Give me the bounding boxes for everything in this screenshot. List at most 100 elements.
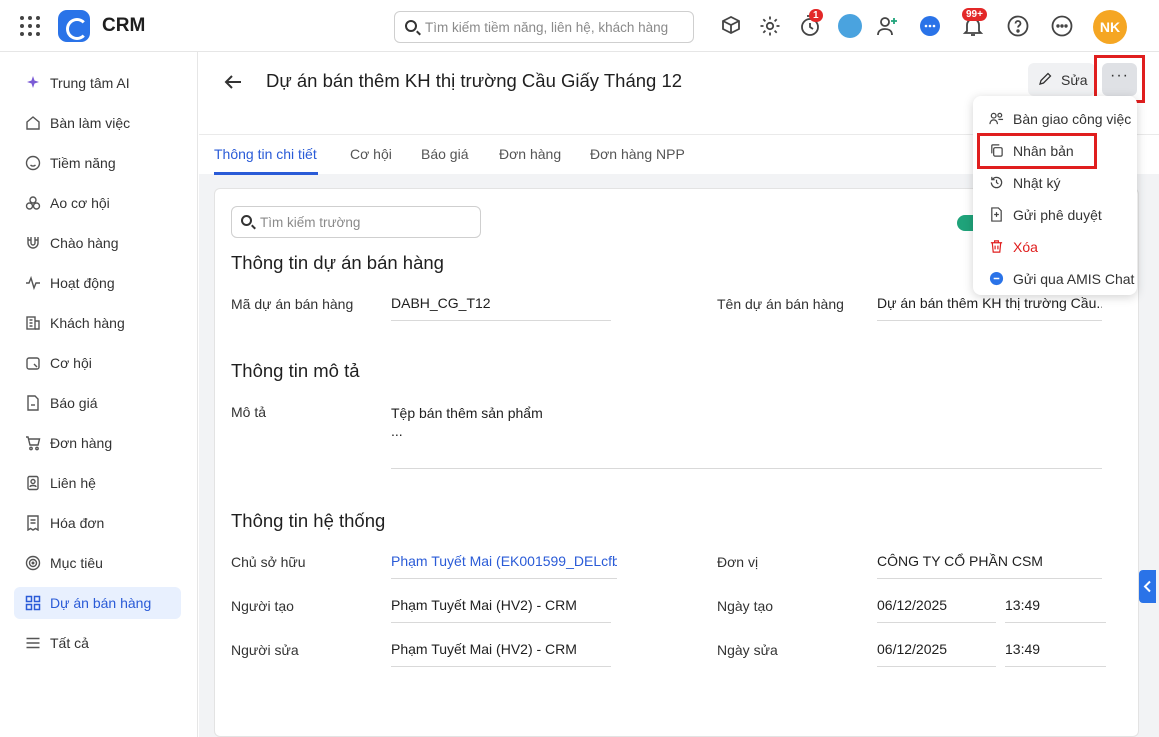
invoice-icon: [27, 515, 39, 531]
created-date[interactable]: 06/12/2025: [877, 597, 996, 623]
tab-distributor-orders[interactable]: Đơn hàng NPP: [590, 146, 685, 162]
magnet-icon: [27, 237, 39, 249]
chat-bubble-icon[interactable]: [918, 14, 942, 38]
sidebar-item-activities[interactable]: Hoạt động: [14, 267, 181, 299]
edited-time[interactable]: 13:49: [1005, 641, 1106, 667]
building-icon: [26, 316, 40, 330]
notification-badge: 99+: [962, 8, 987, 21]
back-arrow-icon[interactable]: [223, 72, 243, 92]
app-title: CRM: [102, 15, 146, 36]
creator-label: Người tạo: [231, 598, 294, 614]
box-search-icon[interactable]: [719, 14, 743, 38]
trash-icon: [990, 240, 1003, 253]
more-actions-menu: Bàn giao công việc Nhân bản Nhật ký Gửi …: [973, 96, 1137, 295]
tab-orders[interactable]: Đơn hàng: [499, 146, 561, 162]
sidebar-item-workspace[interactable]: Bàn làm việc: [14, 107, 181, 139]
user-avatar[interactable]: NK: [1093, 10, 1127, 44]
description-value[interactable]: Tệp bán thêm sản phẩm ...: [391, 405, 1102, 469]
menu-item-label: Nhật ký: [1013, 175, 1061, 191]
tab-details[interactable]: Thông tin chi tiết: [214, 146, 317, 162]
menu-item-label: Bàn giao công việc: [1013, 111, 1132, 127]
description-label: Mô tả: [231, 404, 267, 420]
target-icon: [25, 555, 41, 571]
gear-icon[interactable]: [758, 14, 782, 38]
sidebar-item-ai-center[interactable]: Trung tâm AI: [14, 67, 181, 99]
chat-icon: [989, 271, 1004, 286]
more-circle-icon[interactable]: [1050, 14, 1074, 38]
sidebar-item-customers[interactable]: Khách hàng: [14, 307, 181, 339]
sidebar-item-label: Dự án bán hàng: [50, 595, 152, 611]
tab-quotes[interactable]: Báo giá: [421, 146, 468, 162]
owner-label: Chủ sở hữu: [231, 554, 306, 570]
editor-value[interactable]: Phạm Tuyết Mai (HV2) - CRM: [391, 641, 611, 667]
section-title-description: Thông tin mô tả: [231, 360, 360, 381]
highlight-duplicate-item: [977, 133, 1097, 169]
sidebar-item-leads[interactable]: Tiềm năng: [14, 147, 181, 179]
created-time[interactable]: 13:49: [1005, 597, 1106, 623]
side-panel-toggle[interactable]: [1139, 570, 1156, 603]
active-tab-indicator: [214, 172, 318, 175]
sidebar-item-quotes[interactable]: Báo giá: [14, 387, 181, 419]
field-search[interactable]: [231, 206, 481, 238]
opportunity-icon: [26, 357, 40, 370]
crm-logo-icon: [58, 10, 90, 42]
sidebar: Trung tâm AI Bàn làm việc Tiềm năng Ao c…: [0, 52, 198, 737]
sidebar-item-label: Báo giá: [50, 395, 98, 411]
pond-icon: [25, 196, 41, 210]
sidebar-item-label: Hoạt động: [50, 275, 115, 291]
sidebar-item-label: Tất cả: [50, 635, 89, 651]
grid-icon: [25, 595, 41, 611]
page-title: Dự án bán thêm KH thị trường Cầu Giấy Th…: [266, 70, 683, 91]
sidebar-item-label: Bàn làm việc: [50, 115, 131, 131]
edit-button[interactable]: Sửa: [1028, 63, 1095, 96]
chevron-left-icon: [1143, 580, 1151, 593]
name-value[interactable]: Dự án bán thêm KH thị trường Cầu...: [877, 295, 1102, 321]
code-value[interactable]: DABH_CG_T12: [391, 295, 611, 321]
unit-value[interactable]: CÔNG TY CỔ PHẦN CSM: [877, 553, 1102, 579]
approval-icon: [991, 207, 1002, 222]
sidebar-item-invoices[interactable]: Hóa đơn: [14, 507, 181, 539]
activity-icon: [26, 275, 40, 291]
edit-button-label: Sửa: [1061, 72, 1088, 88]
add-user-icon[interactable]: [875, 14, 899, 38]
field-search-input[interactable]: [260, 212, 470, 232]
section-title-system: Thông tin hệ thống: [231, 510, 386, 531]
menu-item-label: Gửi qua AMIS Chat: [1013, 271, 1135, 287]
owner-value[interactable]: Phạm Tuyết Mai (EK001599_DELcfb: [391, 553, 617, 579]
apps-grid-icon[interactable]: [20, 16, 40, 36]
edited-date[interactable]: 06/12/2025: [877, 641, 996, 667]
sparkle-icon: [27, 76, 39, 88]
sidebar-item-label: Liên hệ: [50, 475, 96, 491]
quote-icon: [27, 395, 39, 411]
sidebar-item-opportunity-pool[interactable]: Ao cơ hội: [14, 187, 181, 219]
unit-label: Đơn vị: [717, 554, 759, 570]
timer-badge: 1: [809, 9, 823, 22]
menu-item-handover[interactable]: Bàn giao công việc: [973, 103, 1137, 135]
pencil-icon: [1039, 72, 1052, 85]
home-icon: [26, 116, 40, 130]
menu-item-label: Gửi phê duyệt: [1013, 207, 1102, 223]
sidebar-item-orders[interactable]: Đơn hàng: [14, 427, 181, 459]
handover-icon: [989, 112, 1004, 125]
sidebar-item-targets[interactable]: Mục tiêu: [14, 547, 181, 579]
help-icon[interactable]: [1006, 14, 1030, 38]
sidebar-item-sales-projects[interactable]: Dự án bán hàng: [14, 587, 181, 619]
sidebar-item-contacts[interactable]: Liên hệ: [14, 467, 181, 499]
sidebar-item-offers[interactable]: Chào hàng: [14, 227, 181, 259]
menu-item-delete[interactable]: Xóa: [973, 231, 1137, 263]
menu-item-amis-chat[interactable]: Gửi qua AMIS Chat: [973, 263, 1137, 295]
sidebar-item-all[interactable]: Tất cả: [14, 627, 181, 659]
sidebar-item-label: Đơn hàng: [50, 435, 113, 451]
created-label: Ngày tạo: [717, 598, 774, 614]
menu-icon: [26, 637, 40, 649]
cart-icon: [26, 436, 41, 451]
creator-value[interactable]: Phạm Tuyết Mai (HV2) - CRM: [391, 597, 611, 623]
edited-label: Ngày sửa: [717, 642, 778, 658]
menu-item-history[interactable]: Nhật ký: [973, 167, 1137, 199]
sidebar-item-opportunities[interactable]: Cơ hội: [14, 347, 181, 379]
global-search[interactable]: [394, 11, 694, 43]
bot-avatar-icon[interactable]: [838, 14, 862, 38]
menu-item-send-approval[interactable]: Gửi phê duyệt: [973, 199, 1137, 231]
tab-opportunities[interactable]: Cơ hội: [350, 146, 392, 162]
global-search-input[interactable]: [425, 16, 685, 38]
